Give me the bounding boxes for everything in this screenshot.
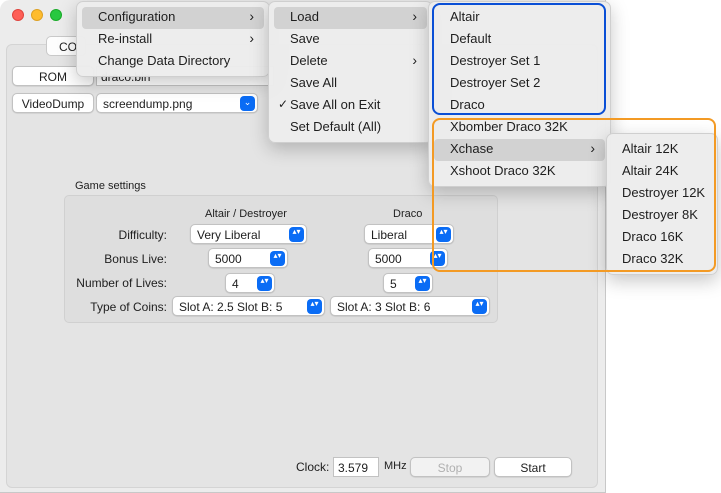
coins-altair-value: Slot A: 2.5 Slot B: 5 [179, 300, 283, 314]
menu-item-label: Delete [290, 53, 328, 68]
menu-item-destroyer-8k[interactable]: Destroyer 8K [610, 205, 712, 227]
xchase-submenu: Altair 12K Altair 24K Destroyer 12K Dest… [606, 133, 718, 275]
menu-item-save[interactable]: Save [274, 29, 427, 51]
clock-label: Clock: [296, 460, 330, 474]
menu-item-xchase[interactable]: Xchase › [434, 139, 605, 161]
menu-item-set-default-all[interactable]: Set Default (All) [274, 117, 427, 139]
menu-item-label: Altair 24K [622, 163, 679, 178]
stepper-icon: ▴▾ [430, 251, 445, 266]
menu-item-label: Altair 12K [622, 141, 679, 156]
videodump-file-value: screendump.png [103, 97, 193, 111]
checkmark-icon: ✓ [278, 97, 289, 111]
menu-item-label: Re-install [98, 31, 153, 46]
videodump-file-select[interactable]: screendump.png ⌄ [96, 93, 258, 113]
menu-item-reinstall[interactable]: Re-install › [82, 29, 264, 51]
close-window-button[interactable] [12, 9, 24, 21]
column-altair-destroyer: Altair / Destroyer [205, 208, 287, 220]
menu-item-configuration[interactable]: Configuration › [82, 7, 264, 29]
stepper-icon: ▴▾ [415, 276, 430, 291]
difficulty-altair-select[interactable]: Very Liberal ▴▾ [190, 224, 307, 244]
lives-altair-select[interactable]: 4 ▴▾ [225, 273, 275, 293]
minimize-window-button[interactable] [31, 9, 43, 21]
menu-item-xshoot-draco-32k[interactable]: Xshoot Draco 32K [434, 161, 605, 183]
type-of-coins-label: Type of Coins: [90, 300, 167, 314]
menu-item-label: Destroyer 12K [622, 185, 706, 200]
menu-item-default[interactable]: Default [434, 29, 605, 51]
stepper-icon: ▴▾ [472, 299, 487, 314]
menu-item-delete[interactable]: Delete › [274, 51, 427, 73]
stepper-icon: ▴▾ [257, 276, 272, 291]
menu-item-save-all[interactable]: Save All [274, 73, 427, 95]
stepper-icon: ▴▾ [307, 299, 322, 314]
menu-item-label: Destroyer 8K [622, 207, 698, 222]
number-of-lives-label: Number of Lives: [76, 276, 167, 290]
menu-item-label: Change Data Directory [98, 53, 231, 68]
bonus-live-label: Bonus Live: [104, 252, 167, 266]
app-menu: Configuration › Re-install › Change Data… [76, 1, 270, 77]
videodump-button[interactable]: VideoDump [12, 93, 94, 113]
column-draco: Draco [393, 208, 423, 220]
menu-item-change-data-directory[interactable]: Change Data Directory [82, 51, 264, 73]
menu-item-label: Xshoot Draco 32K [450, 163, 556, 178]
stepper-icon: ▴▾ [289, 227, 304, 242]
load-submenu: Altair Default Destroyer Set 1 Destroyer… [428, 1, 611, 187]
menu-item-label: Default [450, 31, 492, 46]
chevron-right-icon: › [249, 8, 254, 24]
menu-item-label: Load [290, 9, 319, 24]
menu-item-xbomber-draco-32k[interactable]: Xbomber Draco 32K [434, 117, 605, 139]
chevron-right-icon: › [249, 30, 254, 46]
chevron-right-icon: › [412, 52, 417, 68]
menu-item-altair-24k[interactable]: Altair 24K [610, 161, 712, 183]
popup-chevron-icon: ⌄ [240, 96, 255, 111]
lives-altair-value: 4 [232, 277, 239, 291]
coins-draco-value: Slot A: 3 Slot B: 6 [337, 300, 431, 314]
stop-button[interactable]: Stop [410, 457, 490, 477]
difficulty-draco-select[interactable]: Liberal ▴▾ [364, 224, 454, 244]
game-settings-label: Game settings [75, 180, 146, 192]
menu-item-label: Set Default (All) [290, 119, 382, 134]
start-button[interactable]: Start [494, 457, 572, 477]
menu-item-label: Save All [290, 75, 337, 90]
bonus-altair-value: 5000 [215, 252, 242, 266]
menu-item-label: Destroyer Set 1 [450, 53, 541, 68]
menu-item-draco-32k[interactable]: Draco 32K [610, 249, 712, 271]
menu-item-label: Xbomber Draco 32K [450, 119, 568, 134]
coins-altair-select[interactable]: Slot A: 2.5 Slot B: 5 ▴▾ [172, 296, 325, 316]
menu-item-save-all-on-exit[interactable]: ✓ Save All on Exit [274, 95, 427, 117]
menu-item-load[interactable]: Load › [274, 7, 427, 29]
menu-item-label: Draco 32K [622, 251, 684, 266]
menu-item-label: Destroyer Set 2 [450, 75, 541, 90]
clock-unit-label: MHz [384, 460, 407, 472]
menu-item-label: Configuration [98, 9, 176, 24]
menu-item-destroyer-12k[interactable]: Destroyer 12K [610, 183, 712, 205]
menu-item-label: Altair [450, 9, 480, 24]
menu-item-label: Draco 16K [622, 229, 684, 244]
bonus-draco-select[interactable]: 5000 ▴▾ [368, 248, 448, 268]
chevron-right-icon: › [590, 140, 595, 156]
configuration-submenu: Load › Save Delete › Save All ✓ Save All… [268, 1, 433, 143]
lives-draco-select[interactable]: 5 ▴▾ [383, 273, 433, 293]
menu-item-altair-12k[interactable]: Altair 12K [610, 139, 712, 161]
clock-input[interactable]: 3.579 [333, 457, 379, 477]
difficulty-label: Difficulty: [118, 228, 167, 242]
coins-draco-select[interactable]: Slot A: 3 Slot B: 6 ▴▾ [330, 296, 490, 316]
menu-item-label: Save All on Exit [290, 97, 381, 112]
chevron-right-icon: › [412, 8, 417, 24]
difficulty-draco-value: Liberal [371, 228, 408, 242]
bonus-altair-select[interactable]: 5000 ▴▾ [208, 248, 288, 268]
menu-item-label: Draco [450, 97, 485, 112]
stepper-icon: ▴▾ [436, 227, 451, 242]
menu-item-label: Xchase [450, 141, 494, 156]
lives-draco-value: 5 [390, 277, 397, 291]
menu-item-altair[interactable]: Altair [434, 7, 605, 29]
menu-item-draco-16k[interactable]: Draco 16K [610, 227, 712, 249]
difficulty-altair-value: Very Liberal [197, 228, 261, 242]
menu-item-destroyer-set-2[interactable]: Destroyer Set 2 [434, 73, 605, 95]
menu-item-label: Save [290, 31, 320, 46]
zoom-window-button[interactable] [50, 9, 62, 21]
menu-item-destroyer-set-1[interactable]: Destroyer Set 1 [434, 51, 605, 73]
stepper-icon: ▴▾ [270, 251, 285, 266]
bonus-draco-value: 5000 [375, 252, 402, 266]
menu-item-draco[interactable]: Draco [434, 95, 605, 117]
